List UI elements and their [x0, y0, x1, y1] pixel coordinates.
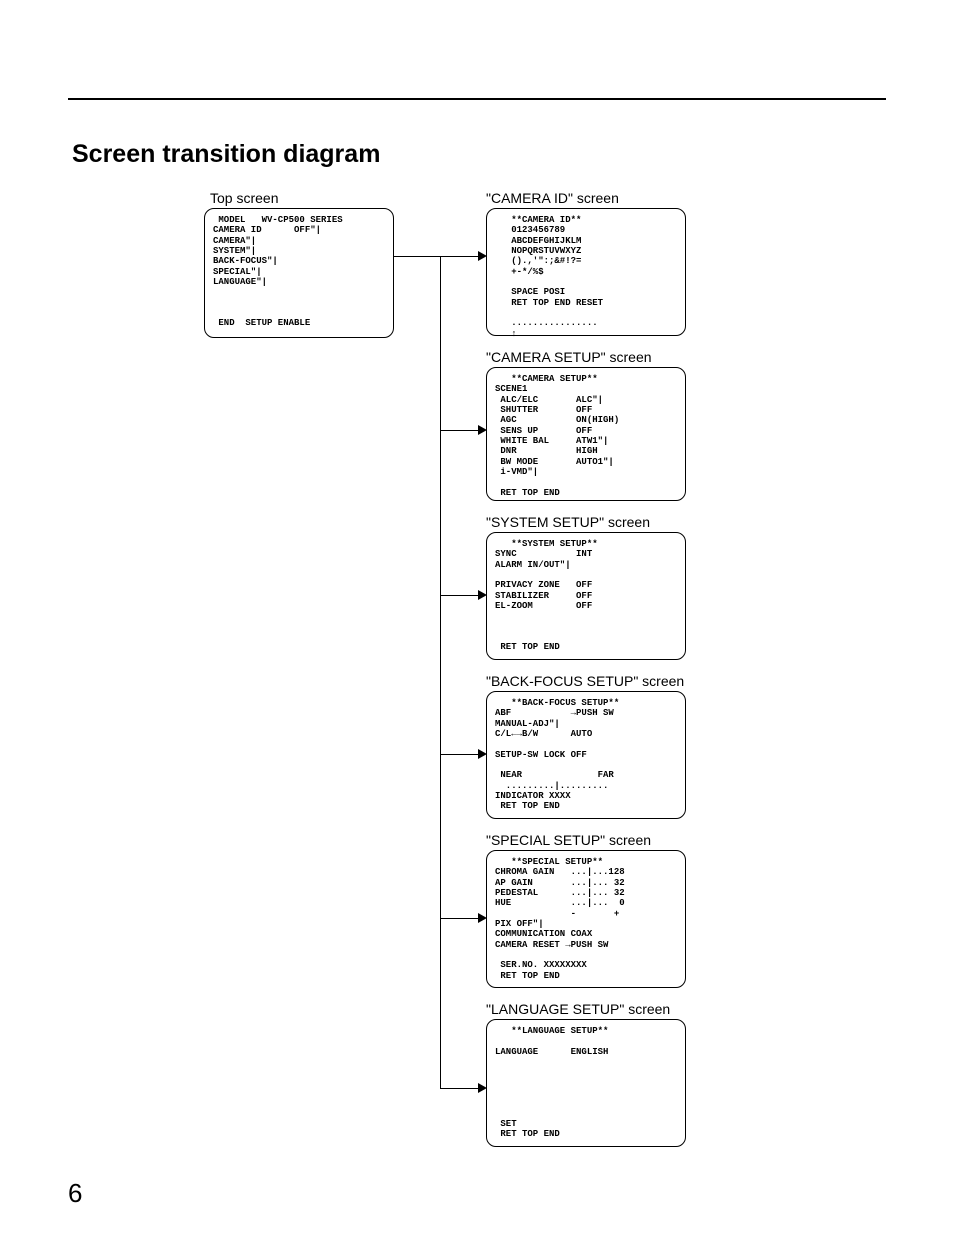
branch-6 [440, 1088, 478, 1089]
page-number: 6 [68, 1178, 82, 1209]
language-setup-box: **LANGUAGE SETUP** LANGUAGE ENGLISH SET … [486, 1019, 686, 1147]
arrow-icon [478, 1083, 487, 1093]
arrow-icon [478, 749, 487, 759]
branch-3 [440, 595, 478, 596]
connector-line [394, 256, 440, 257]
top-screen-box: MODEL WV-CP500 SERIES CAMERA ID OFF"| CA… [204, 208, 394, 338]
label-language: "LANGUAGE SETUP" screen [486, 1001, 670, 1017]
top-rule [68, 98, 886, 100]
branch-4 [440, 754, 478, 755]
camera-id-box: **CAMERA ID** 0123456789 ABCDEFGHIJKLM N… [486, 208, 686, 336]
label-special: "SPECIAL SETUP" screen [486, 832, 651, 848]
branch-5 [440, 918, 478, 919]
label-top-screen: Top screen [210, 190, 278, 206]
page-title: Screen transition diagram [72, 140, 380, 169]
label-system-setup: "SYSTEM SETUP" screen [486, 514, 650, 530]
special-setup-box: **SPECIAL SETUP** CHROMA GAIN ...|...128… [486, 850, 686, 988]
arrow-icon [478, 425, 487, 435]
arrow-icon [478, 913, 487, 923]
label-camera-setup: "CAMERA SETUP" screen [486, 349, 652, 365]
arrow-icon [478, 251, 487, 261]
label-back-focus: "BACK-FOCUS SETUP" screen [486, 673, 684, 689]
page: Screen transition diagram Top screen MOD… [0, 0, 954, 1235]
back-focus-box: **BACK-FOCUS SETUP** ABF →PUSH SW MANUAL… [486, 691, 686, 819]
connector-trunk [440, 256, 441, 1088]
branch-2 [440, 430, 478, 431]
label-camera-id: "CAMERA ID" screen [486, 190, 619, 206]
system-setup-box: **SYSTEM SETUP** SYNC INT ALARM IN/OUT"|… [486, 532, 686, 660]
camera-setup-box: **CAMERA SETUP** SCENE1 ALC/ELC ALC"| SH… [486, 367, 686, 501]
arrow-icon [478, 590, 487, 600]
branch-1 [440, 256, 478, 257]
